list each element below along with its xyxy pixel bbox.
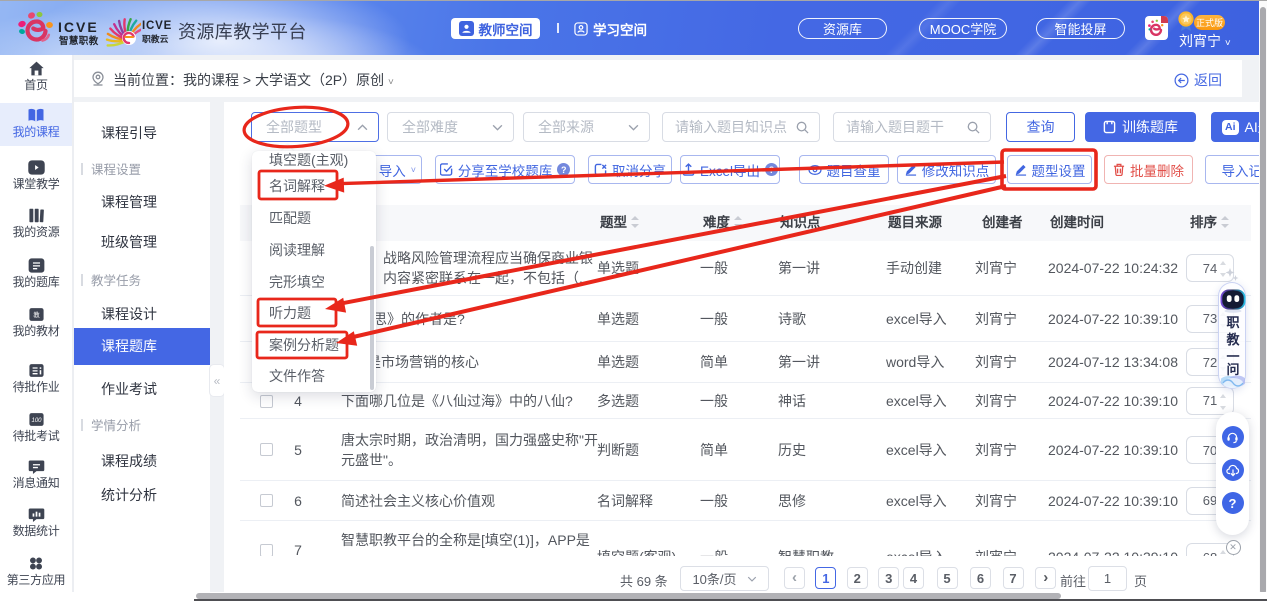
svg-text:教: 教 <box>33 309 40 318</box>
svg-text:100: 100 <box>31 417 42 423</box>
